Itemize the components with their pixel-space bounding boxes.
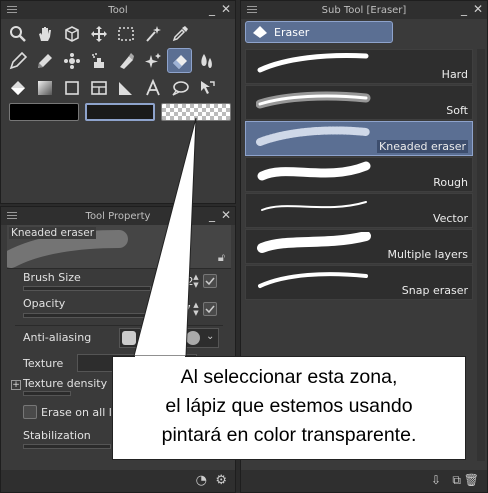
callout-line-3: pintará en color transparente.: [161, 424, 417, 446]
callout-text: Al seleccionar esta zona, el lápiz que e…: [113, 363, 465, 450]
callout-line-2: el lápiz que estemos usando: [165, 395, 413, 417]
annotation-callout: Al seleccionar esta zona, el lápiz que e…: [112, 356, 466, 460]
callout-line-1: Al seleccionar esta zona,: [180, 366, 398, 388]
